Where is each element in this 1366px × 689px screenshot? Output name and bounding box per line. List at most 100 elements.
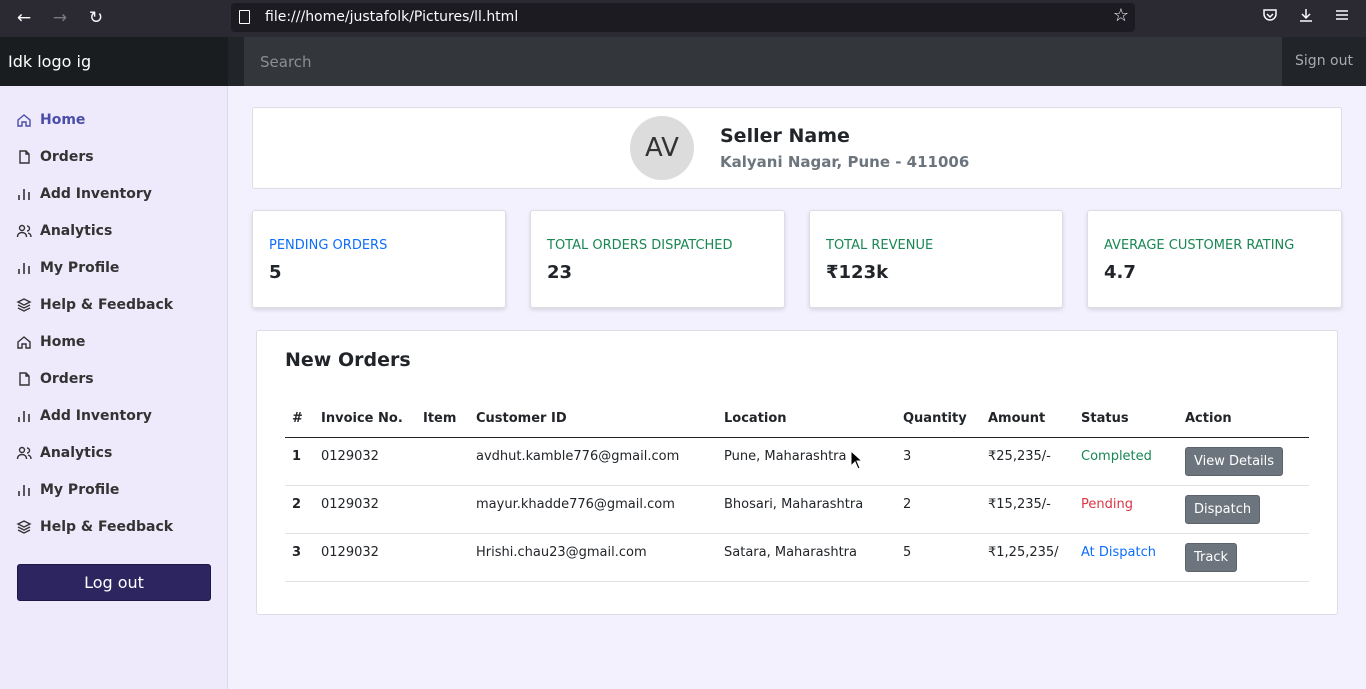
forward-arrow-icon[interactable]: → [48,6,72,30]
sidebar-item-label: My Profile [40,260,120,276]
table-header-row: # Invoice No. Item Customer ID Location Quant… [285,401,1309,438]
cell-amount: ₹15,235/- [981,485,1074,534]
column-header: Quantity [896,401,981,438]
stat-card-orders-dispatched: TOTAL ORDERS DISPATCHED 23 [530,210,785,308]
pocket-icon[interactable] [1258,6,1282,30]
mouse-cursor-icon [850,450,864,470]
cell-item [416,485,469,534]
menu-hamburger-icon[interactable] [1330,6,1354,30]
stat-value: 5 [269,262,282,283]
cell-item [416,437,469,486]
new-orders-card: New Orders # Invoice No. Item Customer ID Lo… [256,330,1338,615]
table-row: 2 0129032 mayur.khadde776@gmail.com Bhosari… [285,485,1309,534]
cell-invoice: 0129032 [314,437,416,486]
table-row: 3 0129032 Hrishi.chau23@gmail.com Satara, M… [285,533,1309,582]
seller-profile-card: AV Seller Name Kalyani Nagar, Pune - 411… [252,107,1342,189]
stat-label: PENDING ORDERS [269,238,388,253]
sidebar-item-add-inventory[interactable]: Add Inventory [16,182,152,206]
bar-chart-icon [18,485,30,496]
sidebar-item-label: Home [40,334,86,350]
back-arrow-icon[interactable]: ← [12,6,36,30]
url-text[interactable]: file:///home/justafolk/Pictures/ll.html [265,9,518,25]
sidebar-item-analytics[interactable]: Analytics [16,219,112,243]
cell-invoice: 0129032 [314,533,416,582]
cell-status: At Dispatch [1074,533,1178,582]
home-icon [17,114,31,127]
sidebar-item-my-profile[interactable]: My Profile [16,478,119,502]
cell-action: View Details [1178,437,1309,486]
column-header: Action [1178,401,1309,438]
sidebar-item-home[interactable]: Home [16,330,85,354]
sidebar-item-label: Add Inventory [40,408,152,424]
app-header: Idk logo ig Sign out [0,37,1366,86]
brand-logo[interactable]: Idk logo ig [0,37,228,86]
stat-card-pending-orders: PENDING ORDERS 5 [252,210,506,308]
sidebar-item-home[interactable]: Home [16,108,85,132]
layers-icon [16,520,32,534]
cell-customer: avdhut.kamble776@gmail.com [469,437,717,486]
sidebar-item-add-inventory[interactable]: Add Inventory [16,404,152,428]
bar-chart-icon [18,189,30,200]
download-icon[interactable] [1294,6,1318,30]
sidebar-item-label: Orders [40,149,94,165]
logout-button[interactable]: Log out [17,564,211,601]
cell-idx: 3 [285,533,314,582]
sidebar-item-analytics[interactable]: Analytics [16,441,112,465]
column-header: Customer ID [469,401,717,438]
sidebar-item-label: Help & Feedback [40,519,174,535]
cell-idx: 1 [285,437,314,486]
view-details-button[interactable]: View Details [1185,446,1284,476]
stat-value: 23 [547,262,573,283]
sign-out-link[interactable]: Sign out [1282,37,1366,86]
cell-location: Pune, Maharashtra [717,437,896,486]
sidebar: Home Orders Add Inventory Analytics My Profi… [0,86,228,689]
sidebar-item-label: Analytics [40,445,113,461]
column-header: # [285,401,314,438]
cell-quantity: 3 [896,437,981,486]
column-header: Status [1074,401,1178,438]
users-icon [16,446,32,460]
stat-label: TOTAL ORDERS DISPATCHED [547,238,733,253]
column-header: Location [717,401,896,438]
cell-amount: ₹25,235/- [981,437,1074,486]
url-bar[interactable]: file:///home/justafolk/Pictures/ll.html … [231,3,1135,32]
stat-label: AVERAGE CUSTOMER RATING [1104,238,1295,253]
cell-location: Satara, Maharashtra [717,533,896,582]
cell-action: Dispatch [1178,485,1309,534]
stat-card-average-rating: AVERAGE CUSTOMER RATING 4.7 [1087,210,1342,308]
avatar: AV [630,116,694,180]
reload-icon[interactable]: ↻ [84,6,108,30]
sidebar-item-label: Analytics [40,223,113,239]
sidebar-item-orders[interactable]: Orders [16,367,94,391]
users-icon [16,224,32,238]
page-icon [239,10,250,24]
sidebar-item-my-profile[interactable]: My Profile [16,256,119,280]
sidebar-item-label: Home [40,112,86,128]
cell-customer: mayur.khadde776@gmail.com [469,485,717,534]
bar-chart-icon [18,411,30,422]
cell-status: Completed [1074,437,1178,486]
bookmark-star-icon[interactable]: ☆ [1113,5,1129,26]
track-button[interactable]: Track [1185,542,1238,572]
bar-chart-icon [18,263,30,274]
sidebar-item-help-feedback[interactable]: Help & Feedback [16,293,173,317]
sidebar-item-label: Orders [40,371,94,387]
cell-status: Pending [1074,485,1178,534]
home-icon [17,336,31,349]
cell-action: Track [1178,533,1309,582]
sidebar-item-orders[interactable]: Orders [16,145,94,169]
stat-value: 4.7 [1104,262,1136,283]
search-input[interactable] [244,37,1282,86]
dispatch-button[interactable]: Dispatch [1185,494,1261,524]
sidebar-item-help-feedback[interactable]: Help & Feedback [16,515,173,539]
cell-customer: Hrishi.chau23@gmail.com [469,533,717,582]
seller-address: Kalyani Nagar, Pune - 411006 [720,153,970,171]
cell-invoice: 0129032 [314,485,416,534]
cell-amount: ₹1,25,235/ [981,533,1074,582]
cell-location: Bhosari, Maharashtra [717,485,896,534]
stat-label: TOTAL REVENUE [826,238,934,253]
cell-quantity: 5 [896,533,981,582]
column-header: Item [416,401,469,438]
seller-name: Seller Name [720,125,850,147]
column-header: Amount [981,401,1074,438]
